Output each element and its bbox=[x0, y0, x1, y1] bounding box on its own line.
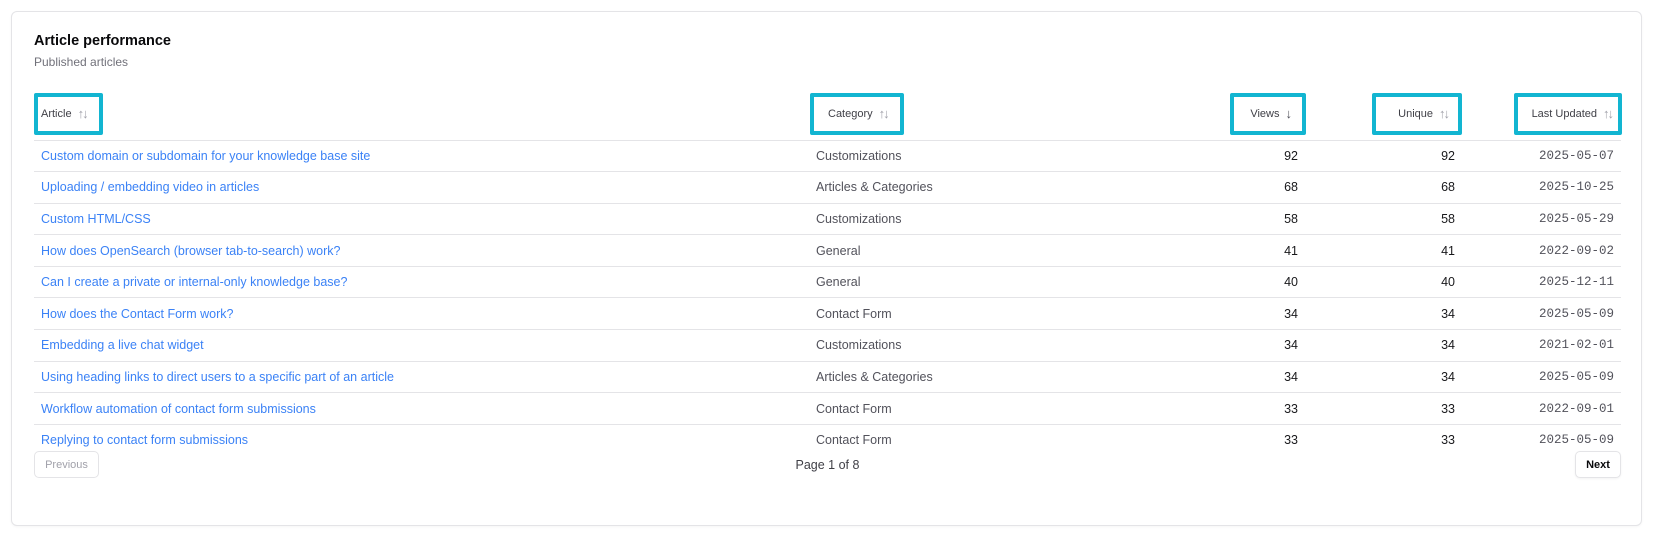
article-performance-card: Article performance Published articles A… bbox=[11, 11, 1642, 526]
sort-both-icon: ↑↓ bbox=[77, 106, 89, 122]
article-cell: Workflow automation of contact form subm… bbox=[34, 392, 810, 425]
column-label-last-updated: Last Updated bbox=[1531, 107, 1597, 120]
unique-cell: 41 bbox=[1305, 234, 1462, 267]
column-header-article: Article ↑↓ bbox=[34, 88, 810, 141]
category-cell: Customizations bbox=[810, 329, 1147, 362]
article-title-link[interactable]: How does the Contact Form work? bbox=[41, 307, 233, 321]
sort-both-icon: ↑↓ bbox=[878, 106, 890, 122]
table-row: Using heading links to direct users to a… bbox=[34, 361, 1621, 394]
article-title-link[interactable]: Using heading links to direct users to a… bbox=[41, 370, 394, 384]
article-title-link[interactable]: How does OpenSearch (browser tab-to-sear… bbox=[41, 244, 340, 258]
table-row: Custom domain or subdomain for your know… bbox=[34, 140, 1621, 173]
column-label-article: Article bbox=[41, 107, 72, 120]
sort-article-button[interactable]: Article ↑↓ bbox=[34, 92, 103, 135]
sort-unique-button[interactable]: Unique ↑↓ bbox=[1372, 92, 1462, 135]
last-updated-cell: 2025-05-09 bbox=[1462, 297, 1621, 331]
category-cell: Customizations bbox=[810, 203, 1147, 236]
article-cell: How does OpenSearch (browser tab-to-sear… bbox=[34, 234, 810, 267]
views-cell: 41 bbox=[1147, 234, 1305, 267]
last-updated-cell: 2025-05-29 bbox=[1462, 203, 1621, 236]
column-label-views: Views bbox=[1250, 107, 1280, 120]
column-header-last-updated: Last Updated ↑↓ bbox=[1462, 88, 1622, 141]
last-updated-cell: 2025-12-11 bbox=[1462, 266, 1621, 299]
table-header: Article ↑↓ Category ↑↓ Views ↓ Unique ↑↓… bbox=[34, 88, 1622, 141]
article-cell: Using heading links to direct users to a… bbox=[34, 361, 810, 394]
article-title-link[interactable]: Can I create a private or internal-only … bbox=[41, 275, 347, 289]
article-title-link[interactable]: Custom domain or subdomain for your know… bbox=[41, 149, 370, 163]
views-cell: 34 bbox=[1147, 297, 1305, 331]
last-updated-cell: 2021-02-01 bbox=[1462, 329, 1621, 362]
page-indicator: Page 1 of 8 bbox=[795, 458, 860, 472]
views-cell: 68 bbox=[1147, 171, 1305, 204]
last-updated-cell: 2025-10-25 bbox=[1462, 171, 1621, 204]
article-cell: Custom domain or subdomain for your know… bbox=[34, 140, 810, 173]
article-title-link[interactable]: Workflow automation of contact form subm… bbox=[41, 402, 316, 416]
views-cell: 34 bbox=[1147, 361, 1305, 394]
column-label-unique: Unique bbox=[1398, 107, 1433, 120]
table-body: Custom domain or subdomain for your know… bbox=[34, 140, 1621, 456]
views-cell: 34 bbox=[1147, 329, 1305, 362]
sort-both-icon: ↑↓ bbox=[1603, 106, 1614, 122]
column-header-views: Views ↓ bbox=[1147, 88, 1306, 141]
sort-category-button[interactable]: Category ↑↓ bbox=[810, 92, 904, 135]
table-row: Uploading / embedding video in articles A… bbox=[34, 171, 1621, 204]
sort-both-icon: ↑↓ bbox=[1439, 106, 1450, 122]
next-page-button[interactable]: Next bbox=[1575, 451, 1621, 478]
article-cell: Custom HTML/CSS bbox=[34, 203, 810, 236]
article-cell: Can I create a private or internal-only … bbox=[34, 266, 810, 299]
article-title-link[interactable]: Uploading / embedding video in articles bbox=[41, 180, 259, 194]
article-cell: Uploading / embedding video in articles bbox=[34, 171, 810, 204]
sort-desc-icon: ↓ bbox=[1285, 106, 1293, 122]
views-cell: 33 bbox=[1147, 392, 1305, 425]
unique-cell: 34 bbox=[1305, 329, 1462, 362]
column-label-category: Category bbox=[828, 107, 873, 120]
unique-cell: 68 bbox=[1305, 171, 1462, 204]
article-cell: Embedding a live chat widget bbox=[34, 329, 810, 362]
unique-cell: 58 bbox=[1305, 203, 1462, 236]
card-title: Article performance bbox=[34, 33, 171, 49]
last-updated-cell: 2022-09-01 bbox=[1462, 392, 1621, 425]
article-title-link[interactable]: Replying to contact form submissions bbox=[41, 433, 248, 447]
table-row: Embedding a live chat widget Customizatio… bbox=[34, 329, 1621, 362]
views-cell: 40 bbox=[1147, 266, 1305, 299]
card-subtitle: Published articles bbox=[34, 55, 129, 69]
table-row: Custom HTML/CSS Customizations 58 58 2025-05… bbox=[34, 203, 1621, 236]
article-cell: How does the Contact Form work? bbox=[34, 297, 810, 331]
article-title-link[interactable]: Embedding a live chat widget bbox=[41, 338, 204, 352]
unique-cell: 33 bbox=[1305, 392, 1462, 425]
views-cell: 92 bbox=[1147, 140, 1305, 173]
category-cell: Contact Form bbox=[810, 297, 1147, 331]
article-title-link[interactable]: Custom HTML/CSS bbox=[41, 212, 151, 226]
article-table: Article ↑↓ Category ↑↓ Views ↓ Unique ↑↓… bbox=[34, 88, 1622, 456]
unique-cell: 92 bbox=[1305, 140, 1462, 173]
views-cell: 58 bbox=[1147, 203, 1305, 236]
last-updated-cell: 2025-05-07 bbox=[1462, 140, 1621, 173]
category-cell: Articles & Categories bbox=[810, 171, 1147, 204]
column-header-category: Category ↑↓ bbox=[810, 88, 1147, 141]
column-header-unique: Unique ↑↓ bbox=[1305, 88, 1462, 141]
sort-views-button[interactable]: Views ↓ bbox=[1230, 92, 1306, 135]
category-cell: Articles & Categories bbox=[810, 361, 1147, 394]
unique-cell: 40 bbox=[1305, 266, 1462, 299]
last-updated-cell: 2025-05-09 bbox=[1462, 361, 1621, 394]
unique-cell: 34 bbox=[1305, 361, 1462, 394]
category-cell: General bbox=[810, 266, 1147, 299]
table-row: Can I create a private or internal-only … bbox=[34, 266, 1621, 299]
table-row: Workflow automation of contact form subm… bbox=[34, 392, 1621, 425]
sort-last-updated-button[interactable]: Last Updated ↑↓ bbox=[1513, 92, 1622, 135]
unique-cell: 34 bbox=[1305, 297, 1462, 331]
category-cell: Contact Form bbox=[810, 392, 1147, 425]
table-row: How does OpenSearch (browser tab-to-sear… bbox=[34, 234, 1621, 267]
pagination: Previous Page 1 of 8 Next bbox=[34, 451, 1621, 479]
category-cell: General bbox=[810, 234, 1147, 267]
table-row: How does the Contact Form work? Contact F… bbox=[34, 297, 1621, 331]
category-cell: Customizations bbox=[810, 140, 1147, 173]
last-updated-cell: 2022-09-02 bbox=[1462, 234, 1621, 267]
